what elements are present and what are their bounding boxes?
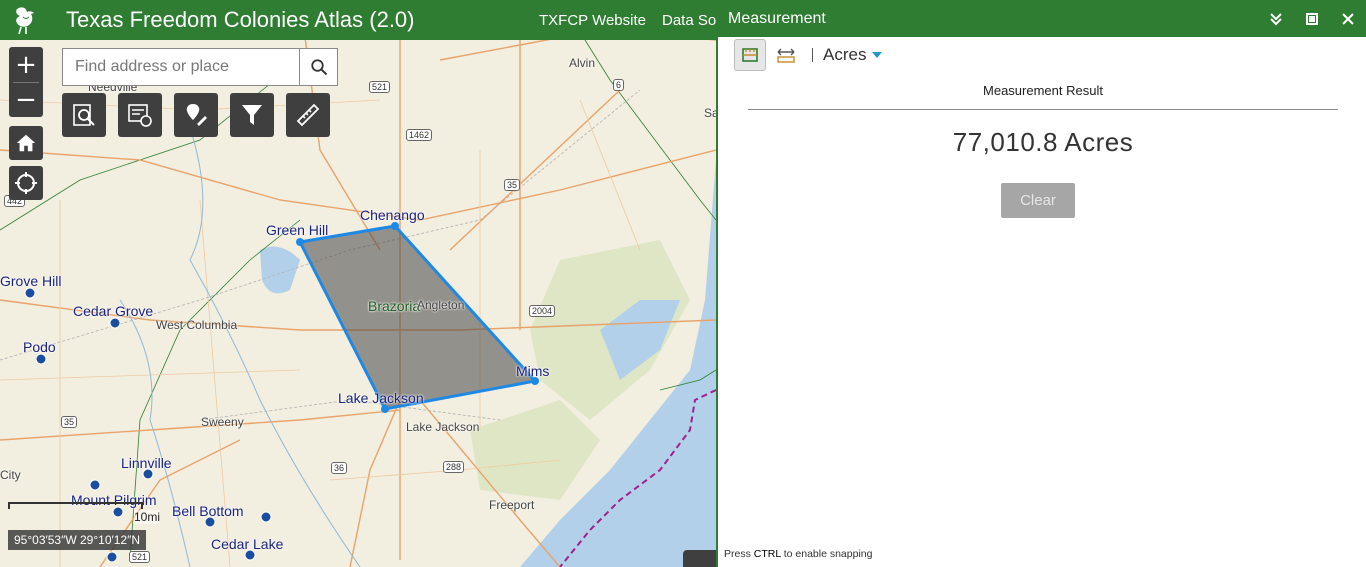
highway-shield: 521 (369, 81, 391, 93)
app-title: Texas Freedom Colonies Atlas (2.0) (66, 7, 415, 32)
area-tool-button[interactable] (734, 39, 766, 71)
snap-hint-key: CTRL (753, 548, 781, 560)
filter-icon (242, 105, 262, 125)
place-label: Linnville (121, 455, 172, 471)
zoom-in-button[interactable]: + (9, 48, 43, 82)
filter-tool-button[interactable] (230, 93, 274, 137)
polygon-vertex (391, 222, 399, 230)
panel-header: Measurement (718, 0, 1366, 37)
marker-edit-icon (186, 104, 207, 126)
area-measure-icon (742, 48, 758, 62)
panel-title: Measurement (728, 9, 826, 27)
search-button[interactable] (299, 49, 337, 85)
map-view[interactable]: Needville Alvin Sa Chenango Green Hill G… (0, 0, 716, 567)
place-label: Cedar Lake (211, 536, 284, 552)
measure-tools: Acres (734, 39, 883, 71)
snapping-hint: Press CTRL to enable snapping (724, 548, 872, 560)
map-toolbar (62, 93, 330, 137)
app-window: Needville Alvin Sa Chenango Green Hill G… (0, 0, 1366, 567)
place-label: Brazoria (368, 298, 421, 314)
close-icon (1342, 12, 1354, 25)
distance-tool-button[interactable] (770, 39, 802, 71)
coordinate-readout: 95°03′53″W 29°10′12″N (8, 530, 147, 550)
place-label: Mims (516, 363, 550, 379)
ruler-icon (296, 103, 320, 127)
app-logo (0, 0, 52, 40)
place-label: Angleton (417, 298, 465, 312)
result-divider (748, 109, 1338, 110)
distance-measure-icon (777, 48, 795, 63)
place-label: Lake Jackson (406, 420, 480, 434)
highway-shield: 6 (613, 79, 625, 91)
draw-tool-button[interactable] (174, 93, 218, 137)
highway-shield: 521 (129, 551, 151, 563)
snap-hint-prefix: Press (724, 548, 754, 560)
place-label: Freeport (489, 498, 535, 512)
double-chevron-down-icon (1270, 12, 1282, 25)
highway-shield: 2004 (529, 305, 556, 317)
bird-logo-icon (16, 7, 34, 35)
result-value: 77,010.8 Acres (952, 127, 1134, 157)
unit-dropdown[interactable]: Acres (823, 45, 883, 65)
home-icon (16, 134, 36, 152)
highway-shield: 288 (443, 461, 465, 473)
zoom-control: + − (9, 47, 43, 117)
crosshair-icon (15, 172, 37, 194)
txfcp-website-link[interactable]: TXFCP Website (539, 12, 646, 29)
polygon-vertex (381, 405, 389, 413)
caret-down-icon (872, 52, 883, 58)
highway-shield: 1462 (406, 129, 433, 141)
highway-shield: 36 (331, 462, 348, 474)
data-sources-link[interactable]: Data So (662, 12, 716, 29)
snap-hint-suffix: to enable snapping (780, 548, 873, 560)
legend-icon (128, 104, 152, 127)
polygon-vertex (296, 238, 304, 246)
collapsed-panel-tab[interactable] (683, 550, 716, 567)
measure-tool-button[interactable] (286, 93, 330, 137)
scale-bar-label: 10mi (134, 510, 161, 524)
clear-button[interactable]: Clear (1001, 183, 1075, 218)
home-button[interactable] (9, 126, 43, 160)
highway-shield: 35 (61, 416, 78, 428)
zoom-out-button[interactable]: − (9, 83, 43, 117)
legend-tool-button[interactable] (118, 93, 162, 137)
place-label: Green Hill (266, 222, 329, 238)
highway-shield: 35 (504, 179, 521, 191)
place-label: Chenango (360, 207, 425, 223)
query-tool-button[interactable] (62, 93, 106, 137)
app-header: Texas Freedom Colonies Atlas (2.0) TXFCP… (0, 0, 716, 40)
place-label: Sweeny (201, 415, 244, 429)
maximize-button[interactable] (1294, 0, 1330, 37)
result-label: Measurement Result (983, 83, 1103, 98)
place-label: Grove Hill (0, 273, 62, 289)
unit-label: Acres (823, 45, 867, 64)
place-label: West Columbia (156, 318, 238, 332)
place-label: Alvin (569, 56, 596, 70)
unit-separator (812, 48, 813, 62)
collapse-button[interactable] (1258, 0, 1294, 37)
place-label: Sa (704, 106, 716, 120)
scale-bar: 10mi (8, 502, 161, 524)
place-label: City (0, 468, 21, 482)
search-box (62, 48, 338, 86)
maximize-icon (1306, 12, 1318, 25)
search-icon (310, 59, 327, 76)
search-data-icon (73, 104, 95, 126)
place-label: Podo (23, 339, 56, 355)
locate-button[interactable] (9, 166, 43, 200)
place-label: Cedar Grove (73, 303, 154, 319)
search-input[interactable] (63, 49, 299, 85)
place-label: Lake Jackson (338, 390, 424, 406)
place-label: Bell Bottom (172, 503, 244, 519)
header-links: TXFCP Website Data So (539, 0, 732, 40)
scale-bar-line (8, 502, 143, 509)
close-button[interactable] (1330, 0, 1366, 37)
measurement-panel: Measurement Acres Measurement Result 77,… (716, 0, 1366, 567)
